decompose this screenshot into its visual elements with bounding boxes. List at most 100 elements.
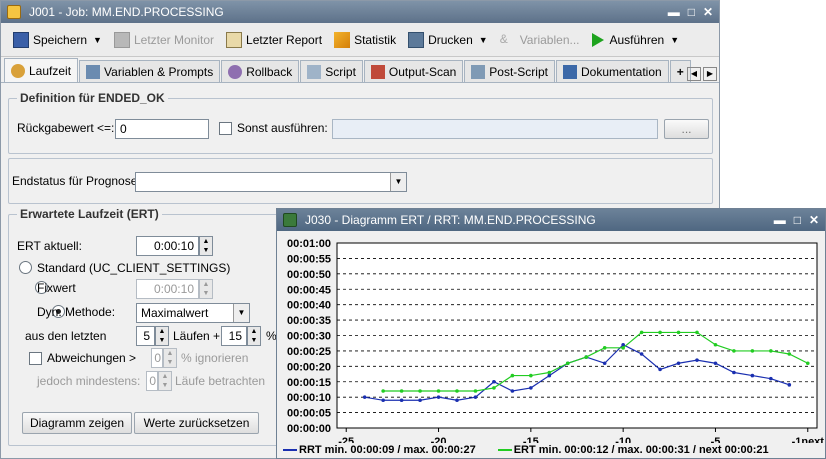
chevron-down-icon[interactable]: ▼: [233, 304, 249, 322]
job-icon: [7, 5, 21, 19]
data-point-rrt: [436, 395, 441, 399]
tab-output-scan[interactable]: Output-Scan: [363, 60, 464, 82]
fixed-input[interactable]: 0:00:10: [136, 279, 199, 299]
last-runs-spinner[interactable]: ▲ ▼: [155, 326, 169, 346]
chevron-down-icon[interactable]: ▼: [479, 35, 488, 45]
y-tick-label: 00:00:00: [287, 423, 331, 435]
y-tick-label: 00:00:45: [287, 284, 331, 296]
data-point-ert: [639, 330, 644, 335]
tab-post-script[interactable]: Post-Script: [464, 60, 555, 82]
percent-input[interactable]: 15: [221, 326, 247, 346]
last-runs-input[interactable]: 5: [136, 326, 155, 346]
show-chart-button[interactable]: Diagramm zeigen: [22, 412, 132, 434]
data-point-ert: [510, 373, 515, 378]
deviation-spinner[interactable]: ▲ ▼: [163, 348, 177, 368]
fixed-spinner[interactable]: ▲ ▼: [199, 279, 213, 299]
chart-window: J030 - Diagramm ERT / RRT: MM.END.PROCES…: [276, 208, 826, 459]
tab-laufzeit[interactable]: Laufzeit: [4, 58, 79, 82]
reset-values-button[interactable]: Werte zurücksetzen: [134, 412, 259, 434]
data-point-rrt: [787, 383, 792, 387]
ignore-label: % ignorieren: [181, 351, 249, 365]
ert-current-input[interactable]: 0:00:10: [136, 236, 199, 256]
minimum-spinner[interactable]: ▲ ▼: [158, 371, 172, 391]
chart-maximize-button[interactable]: □: [794, 213, 801, 227]
tab-scroll-right[interactable]: ▶: [703, 67, 717, 81]
standard-radio[interactable]: [19, 261, 32, 274]
data-point-rrt: [658, 367, 662, 372]
report-icon: [226, 31, 243, 48]
script-icon: [307, 64, 322, 79]
statistics-button[interactable]: Statistik: [330, 28, 400, 52]
tab-variables[interactable]: Variablen & Prompts: [79, 60, 221, 82]
variables-icon: &: [499, 31, 508, 46]
data-point-ert: [713, 342, 718, 347]
else-checkbox[interactable]: [219, 122, 232, 135]
data-point-ert: [769, 349, 773, 353]
tab-bar: Laufzeit Variablen & Prompts Rollback Sc…: [1, 57, 719, 83]
job-window-titlebar[interactable]: J001 - Job: MM.END.PROCESSING ▬ □ ✕: [1, 1, 719, 23]
last-report-button[interactable]: Letzter Report: [222, 28, 326, 52]
else-label: Sonst ausführen:: [237, 121, 328, 135]
data-point-ert: [602, 346, 607, 350]
data-point-ert: [455, 389, 459, 393]
endstatus-select[interactable]: ▼: [135, 172, 407, 192]
data-point-rrt: [381, 398, 385, 403]
data-point-ert: [418, 389, 422, 393]
maximize-button[interactable]: □: [688, 5, 695, 19]
data-point-ert: [621, 346, 625, 350]
tab-documentation[interactable]: Dokumentation: [555, 60, 669, 82]
chart-minimize-button[interactable]: ▬: [774, 213, 786, 227]
documentation-icon: [562, 64, 577, 79]
variables-icon: [86, 64, 101, 79]
dynamic-method-select[interactable]: Maximalwert ▼: [136, 303, 250, 323]
chart-close-button[interactable]: ✕: [809, 213, 819, 227]
last-monitor-button[interactable]: Letzter Monitor: [110, 28, 218, 52]
legend-item-ert: ERT min. 00:00:12 / max. 00:00:31 / next…: [497, 444, 769, 456]
y-tick-label: 00:00:40: [287, 300, 331, 312]
chart-window-icon: [283, 213, 297, 227]
printer-icon: [408, 31, 425, 48]
post-script-icon: [471, 64, 486, 79]
close-button[interactable]: ✕: [703, 5, 713, 19]
print-button[interactable]: Drucken ▼: [404, 28, 492, 52]
ert-title: Erwartete Laufzeit (ERT): [17, 207, 162, 221]
y-tick-label: 00:00:25: [287, 346, 331, 358]
data-point-ert: [658, 330, 662, 335]
floppy-icon: [13, 31, 29, 48]
ert-current-spinner[interactable]: ▲ ▼: [199, 236, 213, 256]
percent-spinner[interactable]: ▲ ▼: [247, 326, 261, 346]
tab-rollback[interactable]: Rollback: [221, 60, 300, 82]
save-button[interactable]: Speichern ▼: [9, 28, 106, 52]
data-point-rrt: [399, 398, 404, 403]
variables-button[interactable]: & Variablen...: [496, 28, 584, 52]
data-point-rrt: [418, 398, 422, 403]
chart-window-title: J030 - Diagramm ERT / RRT: MM.END.PROCES…: [305, 213, 596, 227]
data-point-rrt: [362, 395, 367, 399]
tab-script[interactable]: Script: [300, 60, 363, 82]
execute-button[interactable]: Ausführen ▼: [588, 28, 684, 52]
chevron-down-icon[interactable]: ▼: [390, 173, 406, 191]
y-tick-label: 00:00:10: [287, 392, 331, 404]
statistics-icon: [334, 31, 351, 48]
x-tick-label: -15: [523, 436, 539, 443]
else-input[interactable]: [332, 119, 658, 139]
data-point-rrt: [639, 352, 644, 356]
browse-button[interactable]: ...: [664, 119, 709, 139]
y-tick-label: 00:00:15: [287, 377, 331, 389]
data-point-ert: [584, 355, 589, 359]
minimum-input[interactable]: 0: [146, 371, 158, 391]
data-point-ert: [547, 370, 552, 375]
x-tick-label: -1next: [792, 436, 825, 443]
chevron-down-icon[interactable]: ▼: [670, 35, 679, 45]
minimize-button[interactable]: ▬: [668, 5, 680, 19]
y-tick-label: 00:00:20: [287, 361, 331, 373]
deviation-checkbox[interactable]: [29, 352, 42, 365]
tab-scroll-left[interactable]: ◀: [687, 67, 701, 81]
return-value-input[interactable]: 0: [115, 119, 209, 139]
endstatus-group: Endstatus für Prognose: ▼: [8, 158, 713, 204]
deviation-input[interactable]: 0: [151, 348, 163, 368]
job-window-title: J001 - Job: MM.END.PROCESSING: [29, 5, 224, 19]
definition-group: Definition für ENDED_OK Rückgabewert <=:…: [8, 91, 713, 154]
chart-window-titlebar[interactable]: J030 - Diagramm ERT / RRT: MM.END.PROCES…: [277, 209, 825, 231]
chevron-down-icon[interactable]: ▼: [93, 35, 102, 45]
